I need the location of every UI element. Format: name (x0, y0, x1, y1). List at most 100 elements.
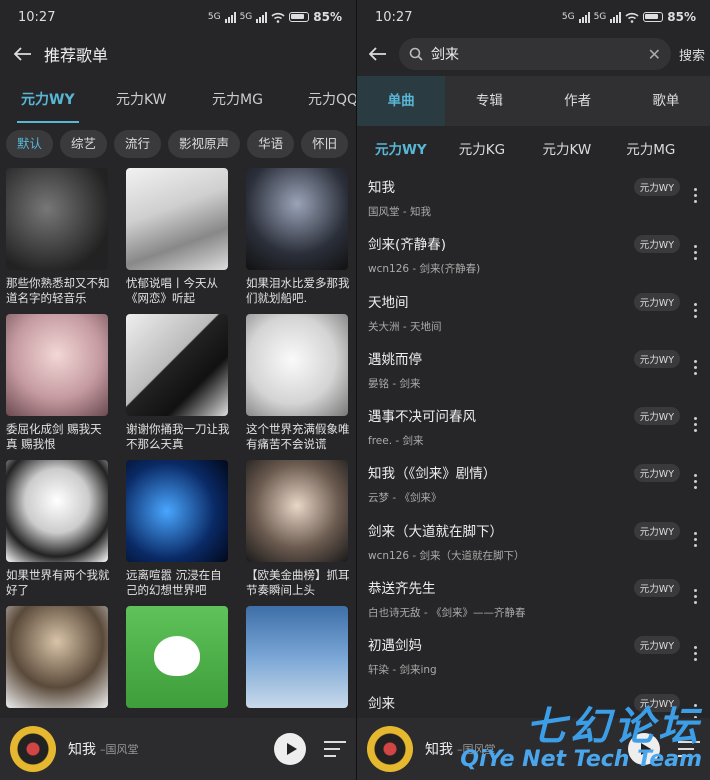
tab-yuanli-kw[interactable]: 元力KW (116, 89, 167, 109)
source-tabs: 元力WY 元力KW 元力MG 元力QQ (0, 74, 356, 124)
search-button[interactable]: 搜索 (679, 45, 705, 64)
search-input[interactable] (431, 46, 648, 62)
song-row[interactable]: 剑来（大道就在脚下） wcn126 - 剑来（大道就在脚下） 元力WY (357, 512, 710, 569)
more-vertical-icon[interactable] (694, 646, 698, 662)
playlist-cover (246, 168, 348, 270)
playlist-title: 忧郁说唱丨今天从《网恋》听起 (126, 276, 218, 305)
signal-icon (224, 11, 236, 23)
playlist-cover (126, 314, 228, 416)
source-tab-wy[interactable]: 元力WY (375, 138, 459, 158)
more-vertical-icon[interactable] (694, 589, 698, 605)
signal-icon-2 (256, 11, 268, 23)
tab-yuanli-qq[interactable]: 元力QQ (308, 89, 356, 109)
playlist-card[interactable]: 谢谢你捅我一刀让我不那么天真 (126, 314, 230, 460)
signal-icon-2 (610, 11, 622, 23)
source-badge: 元力WY (633, 407, 680, 426)
chip-soundtrack[interactable]: 影视原声 (168, 130, 241, 158)
song-subtitle: 国风堂 - 知我 (368, 206, 431, 218)
playlist-card[interactable]: 远离喧嚣 沉浸在自己的幻想世界吧 (126, 460, 228, 606)
source-badge: 元力WY (633, 349, 680, 368)
now-playing-artist: –国风堂 (100, 743, 139, 756)
chip-nostalgic[interactable]: 怀旧 (301, 130, 349, 158)
playlist-title: 远离喧嚣 沉浸在自己的幻想世界吧 (126, 568, 222, 597)
playlist-title: 【欧美金曲榜】抓耳节奏瞬间上头 (246, 568, 350, 597)
network-label: 5G (561, 12, 575, 22)
playlist-title: 那些你熟悉却又不知道名字的轻音乐 (6, 276, 110, 305)
back-arrow-icon[interactable] (365, 41, 391, 67)
song-row[interactable]: 恭送齐先生 白也诗无敌 - 《剑来》——齐静春 元力WY (357, 569, 710, 626)
network-label-2: 5G (593, 12, 607, 22)
song-row[interactable]: 遇姚而停 晏铭 - 剑来 元力WY (357, 340, 710, 397)
source-badge: 元力WY (633, 235, 680, 254)
back-arrow-icon[interactable] (10, 41, 36, 67)
song-row[interactable]: 遇事不决可问春风 free. - 剑来 元力WY (357, 397, 710, 454)
playlist-queue-icon[interactable] (324, 741, 346, 757)
signal-icon (578, 11, 590, 23)
more-vertical-icon[interactable] (694, 531, 698, 547)
song-subtitle: 白也诗无敌 - 《剑来》——齐静春 (368, 607, 526, 620)
clear-icon[interactable]: ✕ (648, 45, 661, 64)
more-vertical-icon[interactable] (694, 359, 698, 375)
more-vertical-icon[interactable] (694, 302, 698, 318)
playlist-grid: 那些你熟悉却又不知道名字的轻音乐 忧郁说唱丨今天从《网恋》听起 如果泪水比爱多那… (6, 168, 356, 752)
playlist-cover (6, 606, 108, 708)
chip-pop[interactable]: 流行 (114, 130, 162, 158)
tab-albums[interactable]: 专辑 (445, 76, 533, 126)
song-row[interactable]: 知我（《剑来》剧情） 云梦 - 《剑来》 元力WY (357, 454, 710, 511)
source-tab-kg[interactable]: 元力KG (459, 138, 543, 158)
header: 推荐歌单 (0, 34, 356, 74)
more-vertical-icon[interactable] (694, 474, 698, 490)
tab-yuanli-wy[interactable]: 元力WY (17, 89, 79, 123)
playlist-cover (6, 460, 108, 562)
chip-default[interactable]: 默认 (6, 130, 54, 158)
song-row[interactable]: 剑来(齐静春) wcn126 - 剑来(齐静春) 元力WY (357, 225, 710, 282)
playlist-card[interactable]: 委屈化成剑 赐我天真 赐我恨 (6, 314, 108, 460)
tab-artists[interactable]: 作者 (534, 76, 622, 126)
more-vertical-icon[interactable] (694, 188, 698, 203)
play-button[interactable] (274, 733, 306, 765)
playlist-card[interactable]: 这个世界充满假象唯有痛苦不会说谎 (246, 314, 350, 460)
album-disc-icon[interactable] (367, 726, 413, 772)
battery-icon (289, 12, 310, 22)
playlist-cover (246, 314, 348, 416)
song-row[interactable]: 知我 国风堂 - 知我 元力WY (357, 168, 710, 225)
tab-playlists[interactable]: 歌单 (622, 76, 710, 126)
now-playing-title: 知我 (68, 742, 96, 758)
battery-percent: 85% (667, 10, 696, 24)
chip-variety[interactable]: 综艺 (60, 130, 108, 158)
playlist-card[interactable]: 忧郁说唱丨今天从《网恋》听起 (126, 168, 228, 314)
playlist-card[interactable]: 那些你熟悉却又不知道名字的轻音乐 (6, 168, 110, 314)
song-row[interactable]: 初遇剑妈 轩染 - 剑来ing 元力WY (357, 626, 710, 683)
wifi-icon (625, 12, 639, 23)
more-vertical-icon[interactable] (694, 245, 698, 261)
search-header: ✕ 搜索 (357, 34, 710, 74)
more-vertical-icon[interactable] (694, 417, 698, 433)
network-label-2: 5G (239, 12, 253, 22)
watermark-cn: 七幻论坛 (526, 704, 702, 750)
playlist-card[interactable]: 如果泪水比爱多那我们就划船吧. (246, 168, 350, 314)
source-badge: 元力WY (633, 636, 680, 655)
result-type-tabs: 单曲 专辑 作者 歌单 (357, 76, 710, 126)
source-badge: 元力WY (633, 178, 680, 196)
playlist-card[interactable]: 【欧美金曲榜】抓耳节奏瞬间上头 (246, 460, 350, 606)
search-box[interactable]: ✕ (399, 38, 671, 70)
playlist-cover (246, 460, 348, 562)
playlist-card[interactable]: 如果世界有两个我就好了 (6, 460, 110, 606)
chip-chinese[interactable]: 华语 (247, 130, 295, 158)
playlist-cover (6, 168, 108, 270)
source-tab-mg[interactable]: 元力MG (626, 138, 710, 158)
wifi-icon (271, 12, 285, 23)
song-list: 知我 国风堂 - 知我 元力WY 剑来(齐静春) wcn126 - 剑来(齐静春) 元力… (357, 168, 710, 741)
song-subtitle: wcn126 - 剑来(齐静春) (368, 263, 481, 276)
song-subtitle: 晏铭 - 剑来 (368, 377, 421, 390)
tab-songs[interactable]: 单曲 (357, 76, 446, 126)
search-source-tabs: 元力WY 元力KG 元力KW 元力MG (357, 126, 710, 170)
now-playing-title: 知我 (425, 742, 453, 758)
status-bar: 10:27 5G 5G 85% (0, 0, 356, 34)
source-tab-kw[interactable]: 元力KW (543, 138, 627, 158)
album-disc-icon[interactable] (10, 726, 56, 772)
song-row[interactable]: 天地间 关大洲 - 天地间 元力WY (357, 283, 710, 340)
tab-yuanli-mg[interactable]: 元力MG (212, 89, 263, 109)
mini-player[interactable]: 知我 –国风堂 (0, 718, 356, 780)
status-time: 10:27 (18, 9, 56, 25)
